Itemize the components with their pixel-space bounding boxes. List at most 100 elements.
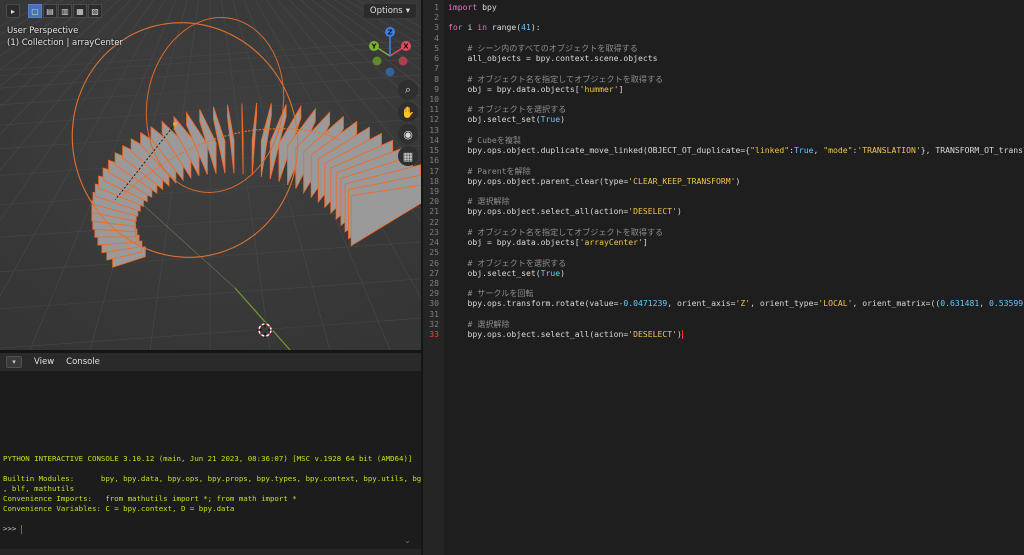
- select-intersect-mode-icon[interactable]: ▧: [88, 4, 102, 18]
- chevron-down-icon: ▾: [405, 6, 410, 16]
- code-token: 'Z': [735, 298, 751, 309]
- code-line[interactable]: 28: [423, 278, 1024, 288]
- line-number: 14: [429, 134, 439, 145]
- select-extend-mode-icon[interactable]: ▤: [43, 4, 57, 18]
- code-token: , orient_type=: [750, 298, 819, 309]
- code-line[interactable]: 17 # Parentを解除: [423, 166, 1024, 176]
- code-text: # Cubeを複製: [448, 135, 521, 145]
- code-token: 'LOCAL': [818, 298, 853, 309]
- code-line[interactable]: 2: [423, 12, 1024, 22]
- code-line[interactable]: 26 # オブジェクトを選択する: [423, 258, 1024, 268]
- code-token: ): [735, 175, 741, 186]
- code-line[interactable]: 27 obj.select_set(True): [423, 268, 1024, 278]
- code-token: obj.select_set(: [448, 267, 541, 278]
- code-line[interactable]: 10: [423, 94, 1024, 104]
- line-number: 10: [429, 93, 439, 104]
- code-text: # Parentを解除: [448, 166, 530, 176]
- code-line[interactable]: 6 all_objects = bpy.context.scene.object…: [423, 53, 1024, 63]
- pan-hand-icon[interactable]: ✋: [398, 102, 418, 122]
- code-token: bpy.ops.object.duplicate_move_linked(OBJ…: [448, 145, 751, 156]
- gizmo-neg-z-axis[interactable]: [385, 67, 395, 77]
- gizmo-z-label: Z: [387, 29, 392, 37]
- code-token: range(: [487, 22, 522, 33]
- code-token: 'DESELECT': [628, 206, 678, 217]
- code-line[interactable]: 18 bpy.ops.object.parent_clear(type='CLE…: [423, 176, 1024, 186]
- code-line[interactable]: 23 # オブジェクト名を指定してオブジェクトを取得する: [423, 227, 1024, 237]
- line-number: 19: [429, 185, 439, 196]
- code-text: obj.select_set(True): [448, 114, 564, 124]
- code-line[interactable]: 29 # サークルを回転: [423, 288, 1024, 298]
- editor-type-button[interactable]: ▸: [6, 4, 20, 18]
- code-line[interactable]: 22: [423, 217, 1024, 227]
- select-mode-group: ▢ ▤ ▥ ▦ ▧: [28, 4, 102, 18]
- code-token: obj = bpy.data.objects[: [448, 83, 580, 94]
- zoom-icon[interactable]: ⌕: [398, 80, 418, 100]
- code-line[interactable]: 12 obj.select_set(True): [423, 114, 1024, 124]
- array-center-origin[interactable]: [173, 122, 177, 126]
- code-line[interactable]: 20 # 選択解除: [423, 196, 1024, 206]
- code-token: "mode": [823, 145, 853, 156]
- code-text: # オブジェクトを選択する: [448, 104, 566, 114]
- console-line: , blf, mathutils: [3, 484, 75, 493]
- code-line[interactable]: 25: [423, 247, 1024, 257]
- console-menu-console[interactable]: Console: [66, 357, 100, 367]
- line-number: 1: [434, 2, 439, 12]
- select-invert-mode-icon[interactable]: ▦: [73, 4, 87, 18]
- code-token: # Cubeを複製: [448, 134, 522, 145]
- line-number: 18: [429, 175, 439, 186]
- options-dropdown[interactable]: Options ▾: [362, 3, 417, 19]
- select-subtract-mode-icon[interactable]: ▥: [58, 4, 72, 18]
- code-line[interactable]: 4: [423, 33, 1024, 43]
- camera-icon[interactable]: ◉: [398, 124, 418, 144]
- code-line[interactable]: 19: [423, 186, 1024, 196]
- code-line[interactable]: 24 obj = bpy.data.objects['arrayCenter']: [423, 237, 1024, 247]
- code-line[interactable]: 3 for i in range(41):: [423, 22, 1024, 32]
- select-box-mode-icon[interactable]: ▢: [28, 4, 42, 18]
- console-line: Builtin Modules: bpy, bpy.data, bpy.ops,…: [3, 474, 448, 483]
- code-line[interactable]: 32 # 選択解除: [423, 319, 1024, 329]
- text-editor[interactable]: 1 import bpy 2 3 for i in range(41): 4 5 # シーン…: [423, 0, 1024, 555]
- code-line[interactable]: 11 # オブジェクトを選択する: [423, 104, 1024, 114]
- line-number: 30: [429, 298, 439, 309]
- line-number: 17: [429, 165, 439, 176]
- viewport-scene[interactable]: Z X Y: [0, 0, 421, 350]
- code-token: i: [462, 22, 478, 33]
- code-line[interactable]: 15 bpy.ops.object.duplicate_move_linked(…: [423, 145, 1024, 155]
- code-line[interactable]: 8 # オブジェクト名を指定してオブジェクトを取得する: [423, 74, 1024, 84]
- code-text: # オブジェクトを選択する: [448, 258, 566, 268]
- code-token: import: [448, 2, 478, 12]
- code-line[interactable]: 9 obj = bpy.data.objects['hummer']: [423, 84, 1024, 94]
- console-menu-view[interactable]: View: [34, 357, 54, 367]
- line-number: 31: [429, 308, 439, 319]
- code-line[interactable]: 33 bpy.ops.object.select_all(action='DES…: [423, 329, 1024, 340]
- code-text: # シーン内のすべてのオブジェクトを取得する: [448, 43, 637, 53]
- python-console[interactable]: ▾ View Console PYTHON INTERACTIVE CONSOL…: [0, 353, 448, 555]
- grid-perspective-icon[interactable]: ▦: [398, 146, 418, 166]
- code-line[interactable]: 7: [423, 63, 1024, 73]
- code-line[interactable]: 1 import bpy: [423, 2, 1024, 12]
- console-header: ▾ View Console: [0, 353, 421, 371]
- code-token: ): [677, 206, 682, 217]
- console-prompt[interactable]: >>>: [3, 524, 22, 534]
- code-line[interactable]: 16: [423, 155, 1024, 165]
- code-line[interactable]: 31: [423, 309, 1024, 319]
- console-editor-type-icon[interactable]: ▾: [6, 356, 22, 368]
- line-number: 7: [434, 63, 439, 74]
- code-token: # オブジェクトを選択する: [448, 257, 567, 268]
- code-line[interactable]: 30 bpy.ops.transform.rotate(value=-0.047…: [423, 298, 1024, 308]
- code-text: # サークルを回転: [448, 288, 533, 298]
- code-token: True: [793, 145, 814, 156]
- line-number: 5: [434, 42, 439, 53]
- text-cursor: [681, 330, 683, 340]
- gizmo-neg-y-axis[interactable]: [372, 56, 382, 66]
- code-line[interactable]: 21 bpy.ops.object.select_all(action='DES…: [423, 206, 1024, 216]
- code-line[interactable]: 14 # Cubeを複製: [423, 135, 1024, 145]
- code-text: bpy.ops.object.parent_clear(type='CLEAR_…: [448, 176, 740, 186]
- code-line[interactable]: 13: [423, 125, 1024, 135]
- scroll-down-icon[interactable]: ⌄: [404, 536, 411, 545]
- 3d-viewport[interactable]: Z X Y ▸ ▢ ▤ ▥ ▦ ▧ Options ▾ User Perspec…: [0, 0, 421, 350]
- code-token: # オブジェクト名を指定してオブジェクトを取得する: [448, 226, 664, 237]
- code-line[interactable]: 5 # シーン内のすべてのオブジェクトを取得する: [423, 43, 1024, 53]
- gizmo-neg-x-axis[interactable]: [398, 56, 408, 66]
- code-token: obj = bpy.data.objects[: [448, 237, 580, 248]
